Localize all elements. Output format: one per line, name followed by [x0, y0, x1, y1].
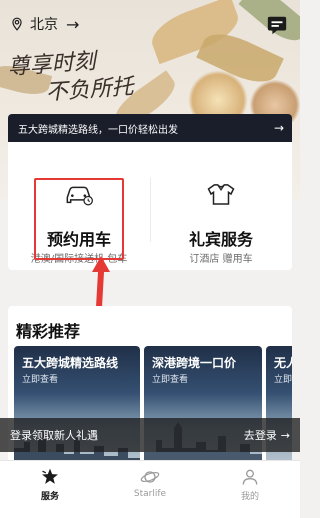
tab-label: Starlife: [133, 489, 167, 499]
profile-icon: [242, 469, 258, 485]
service-concierge[interactable]: 礼宾服务 订酒店 赠用车: [150, 142, 292, 270]
arrow-right-icon: →: [280, 428, 290, 442]
location-pin-icon: [12, 17, 22, 31]
star-service-icon: [42, 468, 58, 484]
login-prompt-text: 登录领取新人礼遇: [10, 429, 98, 442]
planet-icon: [140, 471, 160, 483]
tile-title: 深港跨境一口价: [152, 356, 237, 370]
login-button-label: 去登录: [243, 429, 277, 442]
tab-service[interactable]: 服务: [0, 461, 100, 518]
login-prompt-bar: 登录领取新人礼遇 去登录 →: [0, 418, 300, 452]
tile-subtitle: 立即查看: [152, 375, 189, 385]
promo-banner[interactable]: 五大跨城精选路线，一口价轻松出发 →: [8, 114, 292, 142]
login-button[interactable]: 去登录 →: [244, 427, 290, 443]
tab-label: 我的: [240, 492, 259, 502]
tile-subtitle: 立即查看: [22, 375, 59, 385]
brand-slogan: 尊享时刻 不负所托: [7, 39, 160, 105]
tab-mine[interactable]: 我的: [200, 461, 300, 518]
service-subtitle: 订酒店 赠用车: [189, 254, 253, 265]
city-label: 北京: [30, 17, 58, 33]
service-title: 礼宾服务: [188, 230, 253, 249]
location-selector[interactable]: 北京 →: [10, 14, 79, 34]
tile-subtitle: 立即: [274, 375, 292, 385]
section-title: 精彩推荐: [16, 322, 81, 341]
tab-starlife[interactable]: Starlife: [100, 461, 200, 518]
bottom-tab-bar: 服务 Starlife 我的: [0, 460, 300, 518]
arrow-right-icon: →: [66, 14, 80, 34]
highlight-box: [34, 178, 124, 260]
tile-title: 无人: [274, 356, 292, 370]
banner-text: 五大跨城精选路线，一口价轻松出发: [18, 124, 178, 136]
arrow-right-icon: →: [273, 121, 284, 135]
tile-title: 五大跨城精选路线: [22, 356, 119, 370]
shirt-icon: [207, 184, 235, 205]
tab-label: 服务: [40, 492, 59, 502]
message-icon[interactable]: [266, 14, 288, 36]
